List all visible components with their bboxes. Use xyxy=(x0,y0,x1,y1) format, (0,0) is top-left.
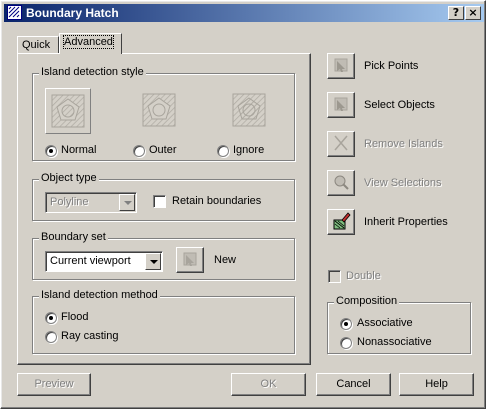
boundary-set-value: Current viewport xyxy=(50,255,131,267)
double-label[interactable]: Double xyxy=(346,270,381,282)
normal-style-image[interactable] xyxy=(45,88,91,134)
pick-points-label[interactable]: Pick Points xyxy=(364,60,418,72)
new-label[interactable]: New xyxy=(214,254,236,266)
view-selections-button[interactable] xyxy=(327,170,355,196)
island-detection-method-label: Island detection method xyxy=(39,289,160,301)
cancel-button[interactable]: Cancel xyxy=(316,373,391,396)
title-bar[interactable]: Boundary Hatch ? × xyxy=(4,4,484,22)
help-button[interactable]: Help xyxy=(399,373,474,396)
ignore-style-image[interactable] xyxy=(227,88,273,134)
tab-advanced-label: Advanced xyxy=(63,35,114,49)
ok-button[interactable]: OK xyxy=(231,373,306,396)
view-selections-icon xyxy=(334,175,349,190)
object-type-select[interactable]: Polyline xyxy=(45,192,137,213)
help-title-button[interactable]: ? xyxy=(448,6,464,20)
island-detection-method-group: Island detection method Flood Ray castin… xyxy=(32,289,295,354)
select-objects-icon xyxy=(334,97,348,111)
normal-radio[interactable] xyxy=(45,145,57,157)
island-detection-style-label: Island detection style xyxy=(39,66,146,78)
object-type-value: Polyline xyxy=(50,196,89,208)
remove-islands-label[interactable]: Remove Islands xyxy=(364,138,443,150)
ignore-label[interactable]: Ignore xyxy=(233,144,264,156)
normal-label[interactable]: Normal xyxy=(61,144,96,156)
flood-label[interactable]: Flood xyxy=(61,311,89,323)
app-icon xyxy=(7,5,22,20)
tab-panel-advanced: Island detection style Normal Outer Igno… xyxy=(17,53,311,365)
associative-label[interactable]: Associative xyxy=(357,317,413,329)
boundary-set-label: Boundary set xyxy=(39,231,108,243)
object-type-group: Object type Polyline Retain boundaries xyxy=(32,172,295,221)
inherit-properties-button[interactable] xyxy=(327,209,355,235)
ok-label: OK xyxy=(260,378,277,390)
composition-group: Composition Associative Nonassociative xyxy=(327,295,471,354)
outer-style-icon xyxy=(142,93,176,127)
ignore-style-icon xyxy=(232,93,266,127)
close-button[interactable]: × xyxy=(465,6,481,20)
outer-radio[interactable] xyxy=(133,145,145,157)
retain-boundaries-checkbox[interactable] xyxy=(153,195,166,208)
associative-radio[interactable] xyxy=(340,318,352,330)
pick-points-button[interactable] xyxy=(327,53,355,79)
boundary-set-select[interactable]: Current viewport xyxy=(45,251,163,272)
chevron-down-icon[interactable] xyxy=(119,194,135,211)
object-type-label: Object type xyxy=(39,172,99,184)
island-detection-style-group: Island detection style Normal Outer Igno… xyxy=(32,66,295,161)
remove-islands-button[interactable] xyxy=(327,131,355,157)
view-selections-label[interactable]: View Selections xyxy=(364,177,441,189)
chevron-down-icon[interactable] xyxy=(145,253,161,270)
remove-islands-icon xyxy=(334,135,348,151)
cancel-label: Cancel xyxy=(336,378,371,390)
composition-label: Composition xyxy=(334,295,400,307)
window-title: Boundary Hatch xyxy=(26,6,119,20)
outer-label[interactable]: Outer xyxy=(149,144,177,156)
boundary-hatch-dialog: Boundary Hatch ? × Quick Advanced Island… xyxy=(0,0,486,409)
outer-style-image[interactable] xyxy=(137,88,183,134)
preview-label: Preview xyxy=(34,378,74,390)
ray-casting-label[interactable]: Ray casting xyxy=(61,330,118,342)
ray-casting-radio[interactable] xyxy=(45,331,57,343)
select-objects-label[interactable]: Select Objects xyxy=(364,99,435,111)
inherit-properties-icon xyxy=(333,212,351,230)
inherit-properties-label[interactable]: Inherit Properties xyxy=(364,216,448,228)
nonassociative-radio[interactable] xyxy=(340,337,352,349)
select-objects-button[interactable] xyxy=(327,92,355,118)
tab-quick-label: Quick xyxy=(22,39,51,51)
boundary-set-group: Boundary set Current viewport New xyxy=(32,231,295,280)
pick-points-icon xyxy=(334,58,348,72)
help-label: Help xyxy=(425,378,448,390)
tab-quick[interactable]: Quick xyxy=(17,36,59,54)
ignore-radio[interactable] xyxy=(217,145,229,157)
flood-radio[interactable] xyxy=(45,312,57,324)
tab-advanced[interactable]: Advanced xyxy=(59,33,122,54)
normal-style-icon xyxy=(51,94,85,128)
new-boundary-set-button[interactable] xyxy=(176,247,204,273)
double-checkbox[interactable] xyxy=(328,270,341,283)
nonassociative-label[interactable]: Nonassociative xyxy=(357,336,432,348)
pick-arrow-icon xyxy=(183,252,197,266)
retain-boundaries-label[interactable]: Retain boundaries xyxy=(172,195,261,207)
preview-button[interactable]: Preview xyxy=(17,373,91,396)
